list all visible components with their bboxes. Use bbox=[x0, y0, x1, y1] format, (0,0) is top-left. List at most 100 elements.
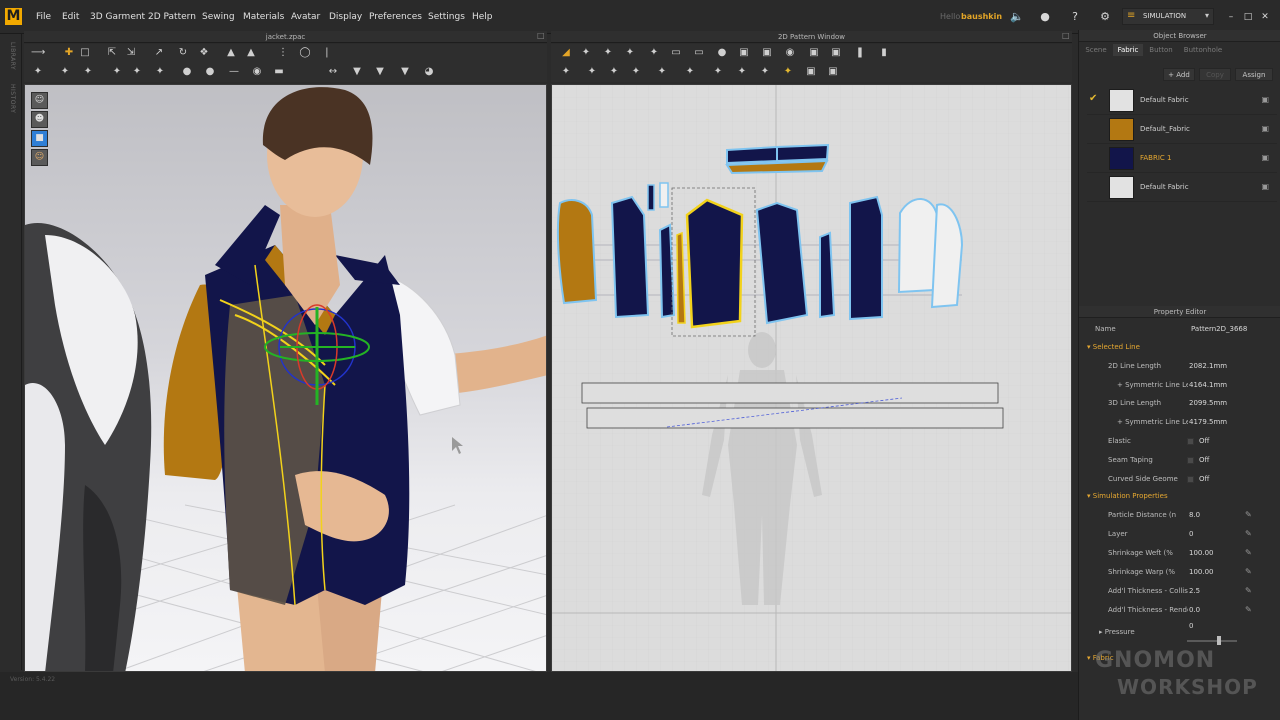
tab-fabric[interactable]: Fabric bbox=[1113, 44, 1143, 56]
menu-file[interactable]: File bbox=[36, 12, 51, 22]
menu-avatar[interactable]: Avatar bbox=[291, 12, 320, 22]
save-icon[interactable]: ▣ bbox=[1261, 95, 1269, 104]
prop-value[interactable]: 0.0 bbox=[1189, 606, 1200, 614]
save-icon[interactable]: ▣ bbox=[1261, 124, 1269, 133]
menu-settings[interactable]: Settings bbox=[428, 12, 465, 22]
measure-icon[interactable]: ▲ bbox=[244, 47, 258, 59]
menu-preferences[interactable]: Preferences bbox=[369, 12, 422, 22]
menu-materials[interactable]: Materials bbox=[243, 12, 284, 22]
add-button[interactable]: + Add bbox=[1163, 68, 1195, 81]
avatar-show-icon[interactable]: ☺ bbox=[31, 92, 48, 109]
buttonhole-icon[interactable]: ▣ bbox=[804, 66, 818, 78]
tab-button[interactable]: Button bbox=[1145, 44, 1177, 56]
prop-value[interactable]: 100.00 bbox=[1189, 568, 1214, 576]
avatar-pose-icon[interactable]: ✦ bbox=[31, 66, 45, 78]
add-point-icon[interactable]: ✦ bbox=[623, 47, 637, 59]
internal-circle-icon[interactable]: ◉ bbox=[783, 47, 797, 59]
dot-icon[interactable]: ● bbox=[203, 66, 217, 78]
check-sewing-icon[interactable]: ✦ bbox=[629, 66, 643, 78]
fabric-row[interactable]: Default_Fabric ▣ bbox=[1087, 115, 1277, 144]
graphic-icon[interactable]: ✦ bbox=[758, 66, 772, 78]
arrange-icon[interactable]: ✦ bbox=[58, 66, 72, 78]
edit-curve-icon[interactable]: ↗ bbox=[152, 47, 166, 59]
settings-person-icon[interactable]: ⚙ bbox=[1098, 10, 1112, 24]
simulation-section[interactable]: ▾ Simulation Properties bbox=[1087, 492, 1168, 500]
eyedropper-icon[interactable]: ✎ bbox=[1245, 567, 1252, 576]
edit-texture-icon[interactable]: ✦ bbox=[735, 66, 749, 78]
ruler-icon[interactable]: ▬ bbox=[272, 66, 286, 78]
pin-point-icon[interactable]: ✦ bbox=[81, 66, 95, 78]
stitch-icon[interactable]: ✦ bbox=[130, 66, 144, 78]
close-icon[interactable]: ✕ bbox=[1258, 10, 1272, 24]
tape-icon[interactable]: ▲ bbox=[224, 47, 238, 59]
tab-buttonhole[interactable]: Buttonhole bbox=[1179, 44, 1227, 56]
internal-rect-icon[interactable]: ▣ bbox=[760, 47, 774, 59]
pressure-toggle[interactable]: ▸ Pressure bbox=[1099, 628, 1135, 636]
prop-value[interactable]: 100.00 bbox=[1189, 549, 1214, 557]
edit-curvature-icon[interactable]: ✦ bbox=[601, 47, 615, 59]
menu-display[interactable]: Display bbox=[329, 12, 362, 22]
trace-icon[interactable]: ▣ bbox=[829, 47, 843, 59]
button-icon[interactable]: ✦ bbox=[781, 66, 795, 78]
internal-polygon-icon[interactable]: ▣ bbox=[737, 47, 751, 59]
drape-icon[interactable]: ▼ bbox=[398, 66, 412, 78]
texture-icon[interactable]: ✦ bbox=[711, 66, 725, 78]
segment-sew-icon[interactable]: ✦ bbox=[559, 66, 573, 78]
scale-icon[interactable]: ⇲ bbox=[124, 47, 138, 59]
skin-display-icon[interactable]: ☺ bbox=[31, 149, 48, 166]
menu-sewing[interactable]: Sewing bbox=[202, 12, 235, 22]
fold-icon[interactable]: ↻ bbox=[176, 47, 190, 59]
help-icon[interactable]: ? bbox=[1068, 10, 1082, 24]
circle-icon[interactable]: ● bbox=[715, 47, 729, 59]
assign-button[interactable]: Assign bbox=[1235, 68, 1273, 81]
prop-value[interactable]: 2.5 bbox=[1189, 587, 1200, 595]
tack-icon[interactable]: ✦ bbox=[110, 66, 124, 78]
shirt-icon[interactable]: ▼ bbox=[350, 66, 364, 78]
prop-value[interactable]: 0 bbox=[1189, 530, 1193, 538]
side-tab-history[interactable]: HISTORY bbox=[6, 84, 16, 113]
edit-point-icon[interactable]: ✦ bbox=[579, 47, 593, 59]
speaker-icon[interactable]: 🔈 bbox=[1010, 10, 1024, 24]
restore-icon[interactable]: □ bbox=[1241, 10, 1255, 24]
menu-edit[interactable]: Edit bbox=[62, 12, 79, 22]
line-icon[interactable]: — bbox=[227, 66, 241, 78]
dart-icon[interactable]: ▣ bbox=[807, 47, 821, 59]
eyedropper-icon[interactable]: ✎ bbox=[1245, 586, 1252, 595]
pressure-slider[interactable] bbox=[1187, 640, 1237, 642]
save-icon[interactable]: ▣ bbox=[1261, 182, 1269, 191]
polygon-icon[interactable]: ▭ bbox=[669, 47, 683, 59]
viewport-2d[interactable] bbox=[551, 84, 1072, 672]
viewport-3d[interactable] bbox=[24, 84, 547, 672]
pleat-icon[interactable]: ❚ bbox=[853, 47, 867, 59]
fabric-row[interactable]: ✔ Default Fabric ▣ bbox=[1087, 86, 1277, 115]
prop-value[interactable]: 8.0 bbox=[1189, 511, 1200, 519]
point-icon[interactable]: ● bbox=[180, 66, 194, 78]
eyedropper-icon[interactable]: ✎ bbox=[1245, 548, 1252, 557]
strap-icon[interactable]: ❘ bbox=[320, 47, 334, 59]
garment-display-icon[interactable]: ■ bbox=[31, 130, 48, 147]
elastic-checkbox[interactable] bbox=[1187, 438, 1194, 445]
fabric-row[interactable]: Default Fabric ▣ bbox=[1087, 173, 1277, 202]
notch-icon[interactable]: ▮ bbox=[877, 47, 891, 59]
free-sew-icon[interactable]: ✦ bbox=[585, 66, 599, 78]
select-mesh-icon[interactable]: ✚ bbox=[62, 47, 76, 59]
edit-sewing-icon[interactable]: ✦ bbox=[655, 66, 669, 78]
curve-point-icon[interactable]: ✦ bbox=[647, 47, 661, 59]
seam-taping-checkbox[interactable] bbox=[1187, 457, 1194, 464]
maximize-2d-icon[interactable]: □ bbox=[1062, 31, 1070, 40]
points-icon[interactable]: ⋮ bbox=[276, 47, 290, 59]
menu-help[interactable]: Help bbox=[472, 12, 493, 22]
fold-arrange-icon[interactable]: ✦ bbox=[683, 66, 697, 78]
avatar-hide-icon[interactable]: ☻ bbox=[31, 111, 48, 128]
eyedropper-icon[interactable]: ✎ bbox=[1245, 605, 1252, 614]
topstitch-icon[interactable]: ▣ bbox=[826, 66, 840, 78]
user-name[interactable]: baushkin bbox=[961, 12, 1002, 21]
pressure-slider-handle[interactable] bbox=[1217, 636, 1221, 645]
pin-icon[interactable]: ❖ bbox=[197, 47, 211, 59]
selected-line-section[interactable]: ▾ Selected Line bbox=[1087, 343, 1140, 351]
menu-3d-garment[interactable]: 3D Garment bbox=[90, 12, 145, 22]
menu-2d-pattern[interactable]: 2D Pattern bbox=[148, 12, 196, 22]
bead-icon[interactable]: ◉ bbox=[250, 66, 264, 78]
shirt-alt-icon[interactable]: ▼ bbox=[373, 66, 387, 78]
pressure-value[interactable]: 0 bbox=[1189, 622, 1193, 630]
